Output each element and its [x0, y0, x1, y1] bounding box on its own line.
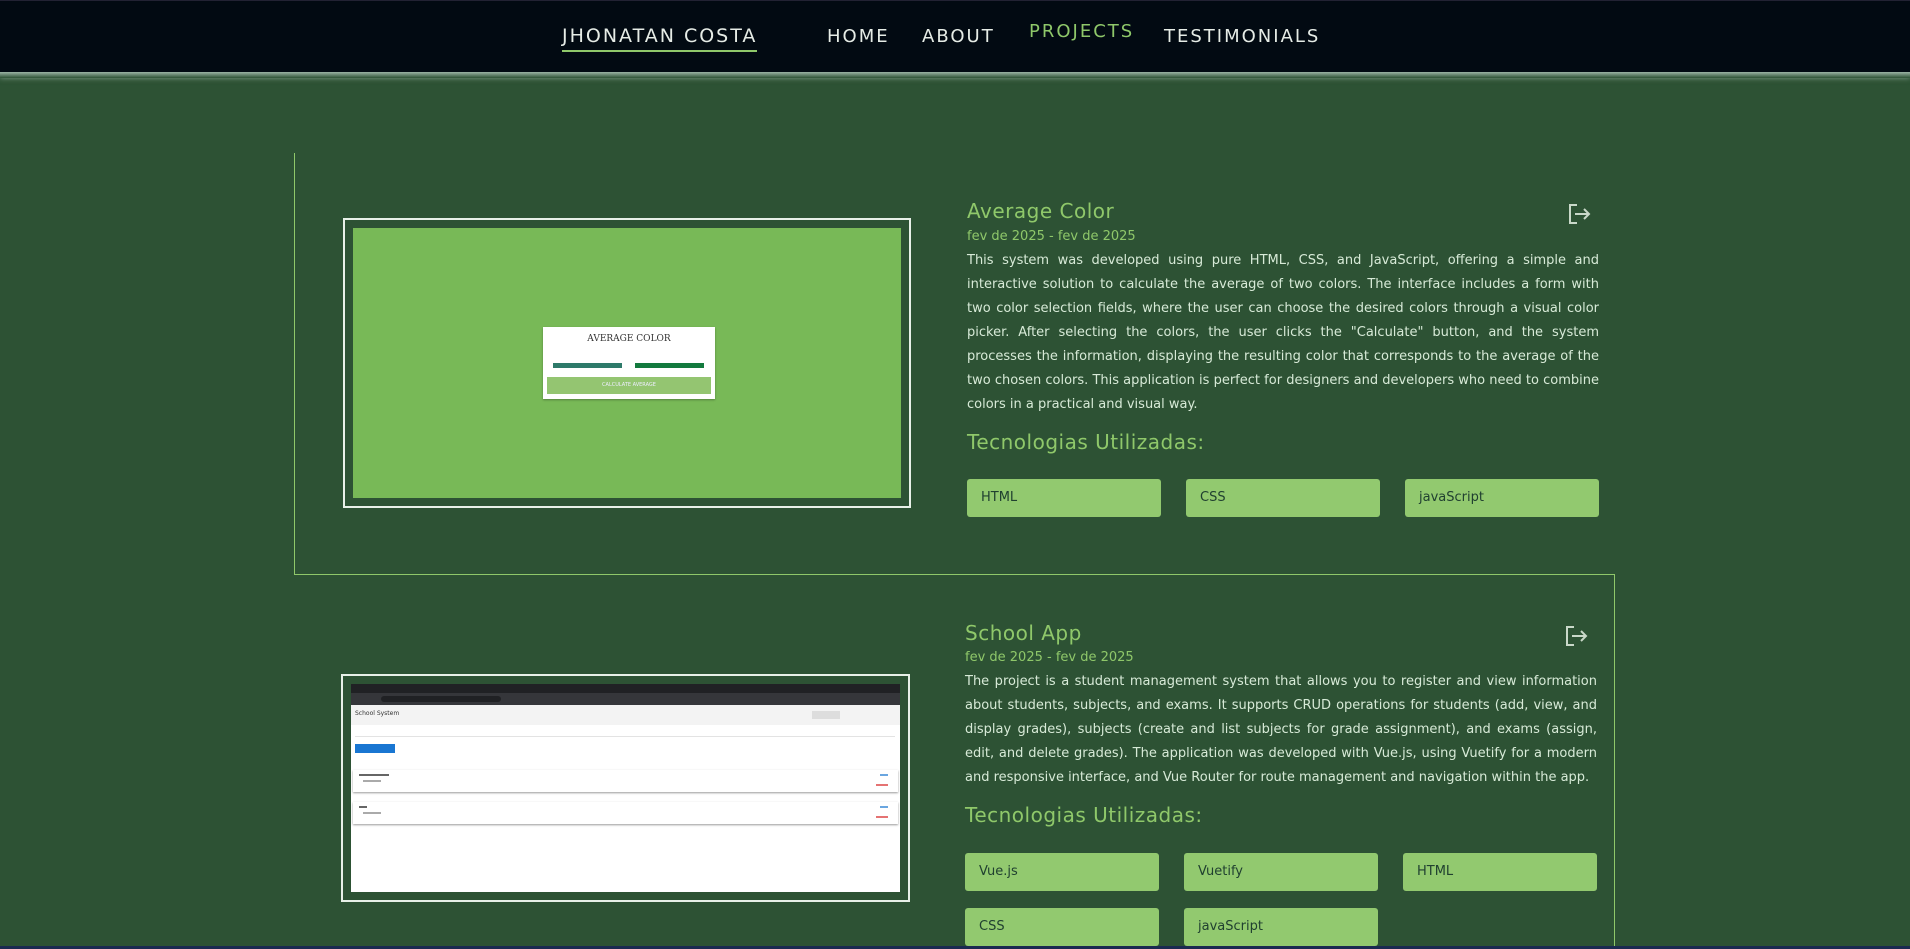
technologies-heading: Tecnologias Utilizadas: — [967, 430, 1205, 454]
exit-icon[interactable] — [1564, 625, 1590, 647]
tech-chip: Vuetify — [1184, 853, 1378, 891]
nav-link-testimonials[interactable]: TESTIMONIALS — [1164, 26, 1320, 47]
project-card-average-color: AVERAGE COLOR CALCULATE AVERAGE Average … — [294, 153, 1615, 575]
project-title: Average Color — [967, 199, 1115, 223]
preview-color-field-1 — [553, 363, 622, 368]
tech-chip: HTML — [1403, 853, 1597, 891]
preview-app-title: School System — [355, 710, 400, 717]
tech-chip: javaScript — [1405, 479, 1599, 517]
nav-link-about[interactable]: ABOUT — [922, 26, 995, 47]
preview-card: AVERAGE COLOR CALCULATE AVERAGE — [543, 327, 715, 399]
preview-title: AVERAGE COLOR — [587, 334, 671, 344]
project-screenshot[interactable]: AVERAGE COLOR CALCULATE AVERAGE — [343, 218, 911, 508]
technologies-heading: Tecnologias Utilizadas: — [965, 803, 1203, 827]
project-screenshot[interactable]: School System — [341, 674, 910, 902]
tech-chip: CSS — [965, 908, 1159, 946]
preview-address-bar — [351, 693, 900, 705]
preview-color-field-2 — [635, 363, 704, 368]
preview-app-header: School System — [351, 705, 900, 725]
brand-logo[interactable]: JHONATAN COSTA — [562, 25, 758, 52]
preview-row — [353, 770, 898, 792]
project-date: fev de 2025 - fev de 2025 — [967, 229, 1136, 244]
project-description: The project is a student management syst… — [965, 674, 1597, 785]
tech-chip: CSS — [1186, 479, 1380, 517]
project-card-school-app: School System School App fev de 2025 - f… — [294, 574, 1615, 949]
exit-icon[interactable] — [1567, 203, 1593, 225]
navbar: JHONATAN COSTA HOME ABOUT PROJECTS TESTI… — [0, 0, 1910, 75]
preview-calculate-button: CALCULATE AVERAGE — [547, 377, 711, 394]
project-title: School App — [965, 621, 1082, 645]
project-date: fev de 2025 - fev de 2025 — [965, 650, 1134, 665]
tech-chip: HTML — [967, 479, 1161, 517]
preview-row — [353, 802, 898, 824]
preview-add-button — [355, 744, 395, 753]
project-description: This system was developed using pure HTM… — [967, 253, 1599, 412]
tech-chip: Vue.js — [965, 853, 1159, 891]
navbar-shadow — [0, 72, 1910, 78]
tech-chip: javaScript — [1184, 908, 1378, 946]
nav-link-projects[interactable]: PROJECTS — [1029, 21, 1134, 42]
nav-link-home[interactable]: HOME — [827, 26, 890, 47]
screenshot-canvas: School System — [351, 684, 900, 892]
preview-browser-tabs — [351, 684, 900, 693]
screenshot-canvas: AVERAGE COLOR CALCULATE AVERAGE — [353, 228, 901, 498]
